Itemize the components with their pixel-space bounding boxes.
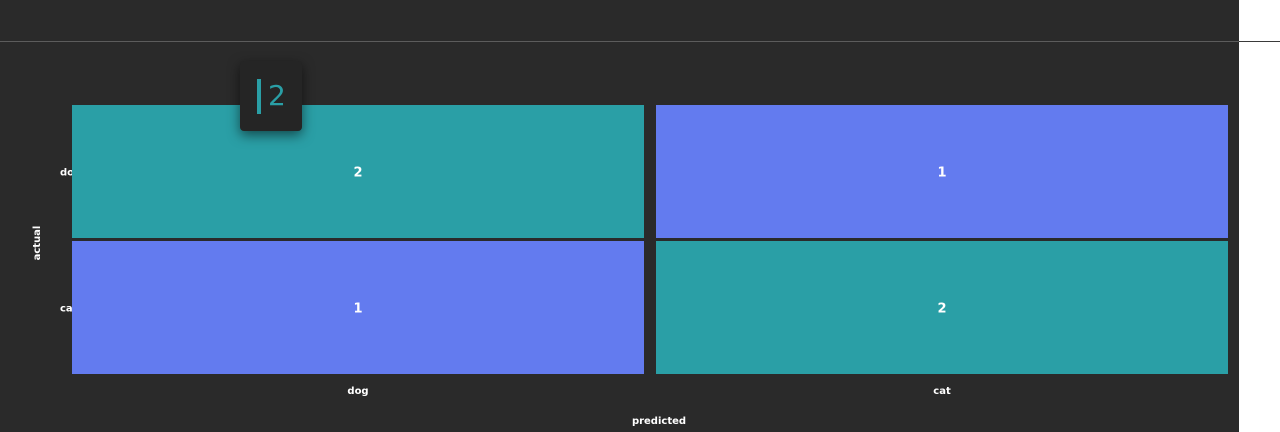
x-tick-label-cat: cat (933, 386, 951, 397)
cell-value-label: 1 (353, 302, 362, 317)
hover-tooltip: 2 (240, 61, 302, 131)
cell-value-label: 1 (937, 166, 946, 181)
tooltip-accent-bar (257, 79, 261, 114)
tooltip-value: 2 (268, 79, 286, 112)
confusion-matrix-heatmap: dog cat 2 1 1 2 dog cat predicted actual (32, 105, 1228, 427)
x-tick-labels: dog cat (347, 386, 951, 397)
side-divider (1239, 41, 1280, 42)
x-tick-label-dog: dog (347, 386, 368, 397)
side-gap (1239, 0, 1280, 432)
cells-layer: 2 1 1 2 (72, 105, 1228, 374)
cell-value-label: 2 (937, 302, 946, 317)
y-axis-title: actual (32, 226, 43, 261)
x-axis-title: predicted (632, 416, 686, 427)
cell-value-label: 2 (353, 166, 362, 181)
